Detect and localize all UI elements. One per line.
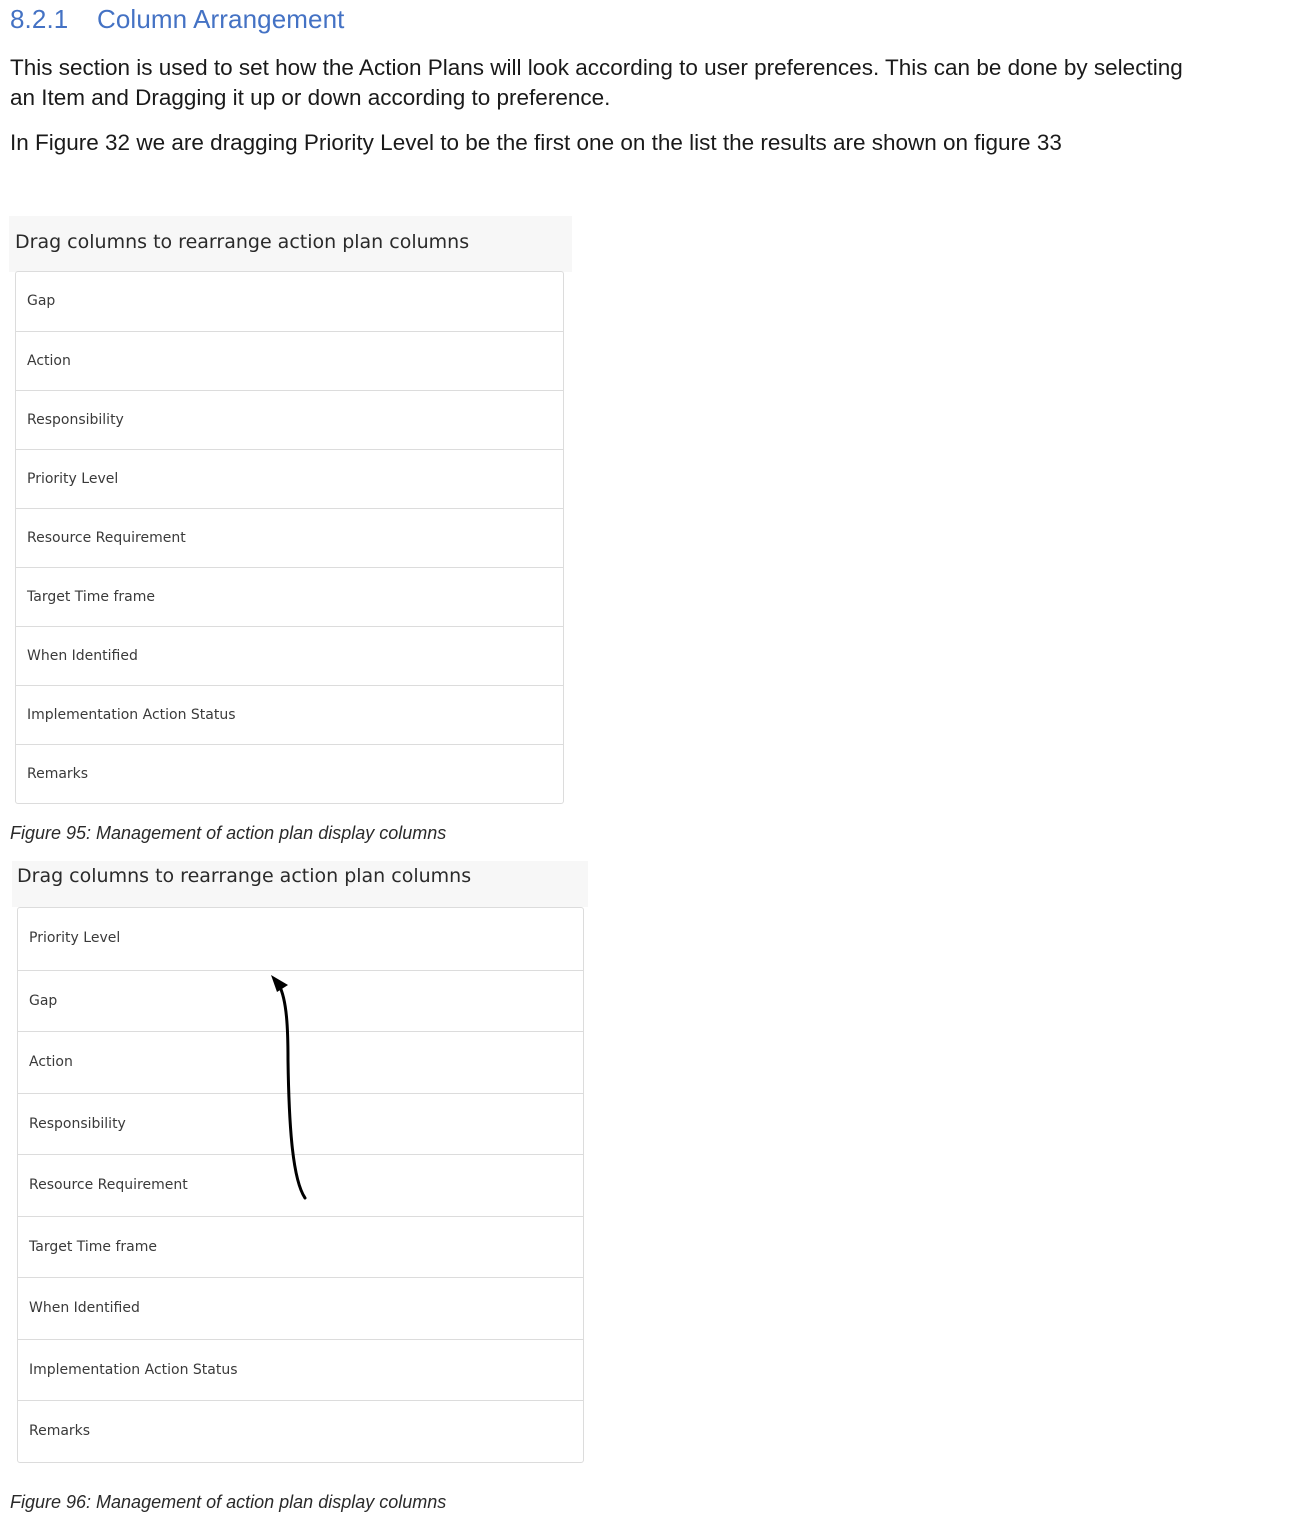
intro-line-1: This section is used to set how the Acti…: [10, 55, 1183, 80]
column-item-resource-requirement[interactable]: Resource Requirement: [18, 1154, 583, 1216]
column-item-gap[interactable]: Gap: [16, 272, 563, 331]
column-item-when-identified[interactable]: When Identified: [16, 626, 563, 685]
column-item-responsibility[interactable]: Responsibility: [16, 390, 563, 449]
column-list: Priority Level Gap Action Responsibility…: [17, 907, 584, 1463]
figure-96-screenshot: Drag columns to rearrange action plan co…: [12, 861, 588, 1467]
column-item-action[interactable]: Action: [18, 1031, 583, 1093]
intro-line-2: an Item and Dragging it up or down accor…: [10, 85, 611, 110]
column-item-resource-requirement[interactable]: Resource Requirement: [16, 508, 563, 567]
figure-reference-paragraph: In Figure 32 we are dragging Priority Le…: [10, 130, 1062, 155]
column-item-remarks[interactable]: Remarks: [16, 744, 563, 803]
column-item-responsibility[interactable]: Responsibility: [18, 1092, 583, 1155]
figure-95-screenshot: Drag columns to rearrange action plan co…: [9, 216, 572, 808]
column-item-target-time-frame[interactable]: Target Time frame: [16, 567, 563, 626]
figure-96-caption: Figure 96: Management of action plan dis…: [10, 1492, 447, 1512]
column-item-target-time-frame[interactable]: Target Time frame: [18, 1215, 583, 1278]
panel-title: Drag columns to rearrange action plan co…: [12, 861, 588, 907]
panel-title: Drag columns to rearrange action plan co…: [9, 216, 572, 272]
section-number: 8.2.1: [10, 4, 69, 34]
column-item-action[interactable]: Action: [16, 331, 563, 390]
column-item-when-identified[interactable]: When Identified: [18, 1277, 583, 1339]
column-item-remarks[interactable]: Remarks: [18, 1400, 583, 1462]
column-item-implementation-action-status[interactable]: Implementation Action Status: [16, 685, 563, 744]
section-title: Column Arrangement: [97, 4, 345, 34]
column-item-priority-level[interactable]: Priority Level: [18, 908, 583, 970]
intro-paragraph: This section is used to set how the Acti…: [10, 53, 1183, 113]
section-heading: 8.2.1 Column Arrangement: [10, 4, 344, 35]
column-item-gap[interactable]: Gap: [18, 969, 583, 1032]
column-list: Gap Action Responsibility Priority Level…: [15, 271, 564, 804]
column-item-priority-level[interactable]: Priority Level: [16, 449, 563, 508]
figure-95-caption: Figure 95: Management of action plan dis…: [10, 823, 447, 843]
column-item-implementation-action-status[interactable]: Implementation Action Status: [18, 1338, 583, 1401]
